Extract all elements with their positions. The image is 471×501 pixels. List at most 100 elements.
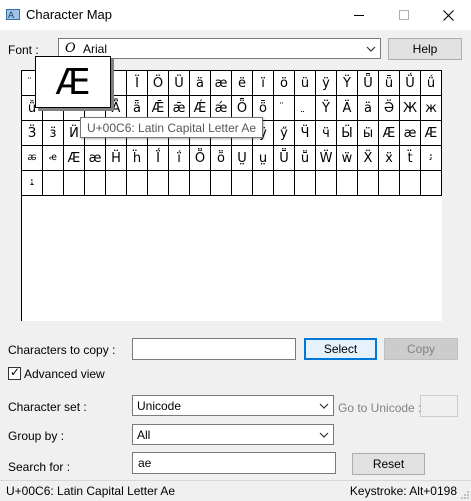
character-cell[interactable]: æ bbox=[211, 71, 232, 96]
character-cell[interactable] bbox=[337, 171, 358, 196]
character-cell[interactable] bbox=[253, 171, 274, 196]
character-cell[interactable]: ḧ bbox=[127, 146, 148, 171]
group-by-select[interactable]: All bbox=[132, 424, 334, 445]
character-cell[interactable]: ẅ bbox=[337, 146, 358, 171]
character-cell[interactable] bbox=[400, 171, 421, 196]
character-cell[interactable]: ä bbox=[190, 71, 211, 96]
character-cell[interactable]: ḯ bbox=[169, 146, 190, 171]
character-cell[interactable]: Ḯ bbox=[148, 146, 169, 171]
character-cell[interactable] bbox=[169, 171, 190, 196]
character-cell[interactable]: ӹ bbox=[358, 121, 379, 146]
character-cell[interactable] bbox=[127, 171, 148, 196]
status-character-info: U+00C6: Latin Capital Letter Ae bbox=[6, 484, 176, 498]
help-button[interactable]: Help bbox=[388, 38, 462, 60]
character-cell[interactable]: Ṏ bbox=[190, 146, 211, 171]
character-cell[interactable]: ü bbox=[295, 71, 316, 96]
character-cell[interactable]: ṏ bbox=[211, 146, 232, 171]
character-cell[interactable]: Ӟ bbox=[22, 121, 43, 146]
character-cell[interactable]: ÿ bbox=[316, 71, 337, 96]
character-cell[interactable]: ꬴ bbox=[43, 146, 64, 171]
resize-grip-icon[interactable] bbox=[460, 490, 470, 500]
character-cell[interactable]: ö bbox=[274, 71, 295, 96]
select-button[interactable]: Select bbox=[304, 338, 377, 360]
character-cell[interactable]: ӓ bbox=[358, 96, 379, 121]
character-cell[interactable]: Ṻ bbox=[274, 146, 295, 171]
character-cell[interactable] bbox=[358, 171, 379, 196]
character-cell[interactable]: Ӹ bbox=[337, 121, 358, 146]
character-cell[interactable]: ǖ bbox=[379, 71, 400, 96]
character-cell[interactable] bbox=[148, 171, 169, 196]
character-set-value: Unicode bbox=[137, 399, 182, 413]
character-cell[interactable] bbox=[211, 171, 232, 196]
character-cell[interactable]: ï bbox=[253, 71, 274, 96]
go-to-unicode-label: Go to Unicode : bbox=[338, 401, 422, 415]
character-cell[interactable]: Ǖ bbox=[358, 71, 379, 96]
character-cell[interactable]: ̤ bbox=[295, 96, 316, 121]
go-to-unicode-input[interactable] bbox=[420, 395, 458, 417]
reset-button[interactable]: Reset bbox=[352, 453, 425, 475]
advanced-view-label[interactable]: Advanced view bbox=[24, 367, 105, 381]
character-cell[interactable]: Ӓ bbox=[337, 96, 358, 121]
character-set-label: Character set : bbox=[8, 400, 87, 414]
character-cell[interactable]: Ӛ bbox=[379, 96, 400, 121]
character-cell[interactable]: ӵ bbox=[316, 121, 337, 146]
chevron-down-icon bbox=[319, 432, 329, 438]
character-cell[interactable]: Ӕ bbox=[421, 121, 442, 146]
character-cell[interactable]: ë bbox=[232, 71, 253, 96]
character-cell[interactable] bbox=[190, 171, 211, 196]
font-label: Font : bbox=[8, 43, 39, 57]
copy-button[interactable]: Copy bbox=[384, 338, 458, 360]
character-cell[interactable]: ﺋ bbox=[421, 146, 442, 171]
character-set-select[interactable]: Unicode bbox=[132, 395, 334, 416]
character-cell[interactable]: Ǘ bbox=[400, 71, 421, 96]
character-cell[interactable]: Ẅ bbox=[316, 146, 337, 171]
character-cell[interactable]: ﺌ bbox=[22, 171, 43, 196]
character-cell[interactable]: Ӕ bbox=[64, 146, 85, 171]
group-by-label: Group by : bbox=[8, 429, 65, 443]
search-input[interactable]: ae bbox=[132, 452, 336, 474]
character-cell[interactable]: Ḧ bbox=[106, 146, 127, 171]
character-tooltip: U+00C6: Latin Capital Letter Ae bbox=[80, 117, 264, 138]
character-cell[interactable]: ṻ bbox=[295, 146, 316, 171]
minimize-button[interactable] bbox=[336, 0, 381, 30]
character-cell[interactable]: ꬱ bbox=[22, 146, 43, 171]
character-cell[interactable] bbox=[421, 171, 442, 196]
character-cell[interactable] bbox=[85, 171, 106, 196]
character-cell[interactable] bbox=[274, 171, 295, 196]
maximize-icon bbox=[398, 10, 409, 20]
character-cell[interactable]: Ü bbox=[169, 71, 190, 96]
maximize-button[interactable] bbox=[381, 0, 426, 30]
status-bar: U+00C6: Latin Capital Letter Ae Keystrok… bbox=[0, 480, 471, 501]
character-cell[interactable]: Ÿ bbox=[316, 96, 337, 121]
character-cell[interactable]: ӟ bbox=[43, 121, 64, 146]
character-cell[interactable] bbox=[295, 171, 316, 196]
character-cell[interactable]: ӕ bbox=[400, 121, 421, 146]
character-cell[interactable]: Ṳ bbox=[232, 146, 253, 171]
character-cell[interactable]: Ï bbox=[127, 71, 148, 96]
title-bar: A Character Map bbox=[0, 0, 471, 30]
character-cell[interactable] bbox=[379, 171, 400, 196]
character-cell[interactable] bbox=[316, 171, 337, 196]
character-cell[interactable] bbox=[106, 171, 127, 196]
character-cell[interactable]: ǘ bbox=[421, 71, 442, 96]
character-cell[interactable]: ̈ bbox=[274, 96, 295, 121]
character-cell[interactable]: ẗ bbox=[400, 146, 421, 171]
character-cell[interactable] bbox=[64, 171, 85, 196]
character-cell[interactable]: Ж bbox=[400, 96, 421, 121]
character-cell[interactable] bbox=[43, 171, 64, 196]
character-cell[interactable]: ṳ bbox=[253, 146, 274, 171]
characters-to-copy-input[interactable] bbox=[132, 338, 296, 360]
character-cell[interactable]: Ẍ bbox=[358, 146, 379, 171]
advanced-view-checkbox[interactable]: ✓ bbox=[8, 365, 21, 380]
character-cell[interactable]: ẍ bbox=[379, 146, 400, 171]
font-select-value: Arial bbox=[83, 42, 108, 56]
character-cell[interactable] bbox=[232, 171, 253, 196]
character-cell[interactable]: Ӕ bbox=[379, 121, 400, 146]
close-button[interactable] bbox=[426, 0, 471, 30]
character-cell[interactable]: Ö bbox=[148, 71, 169, 96]
character-cell[interactable]: Ӵ bbox=[295, 121, 316, 146]
character-cell[interactable]: ӕ bbox=[85, 146, 106, 171]
character-cell[interactable]: ж bbox=[421, 96, 442, 121]
character-cell[interactable]: ӳ bbox=[274, 121, 295, 146]
character-cell[interactable]: Ÿ bbox=[337, 71, 358, 96]
